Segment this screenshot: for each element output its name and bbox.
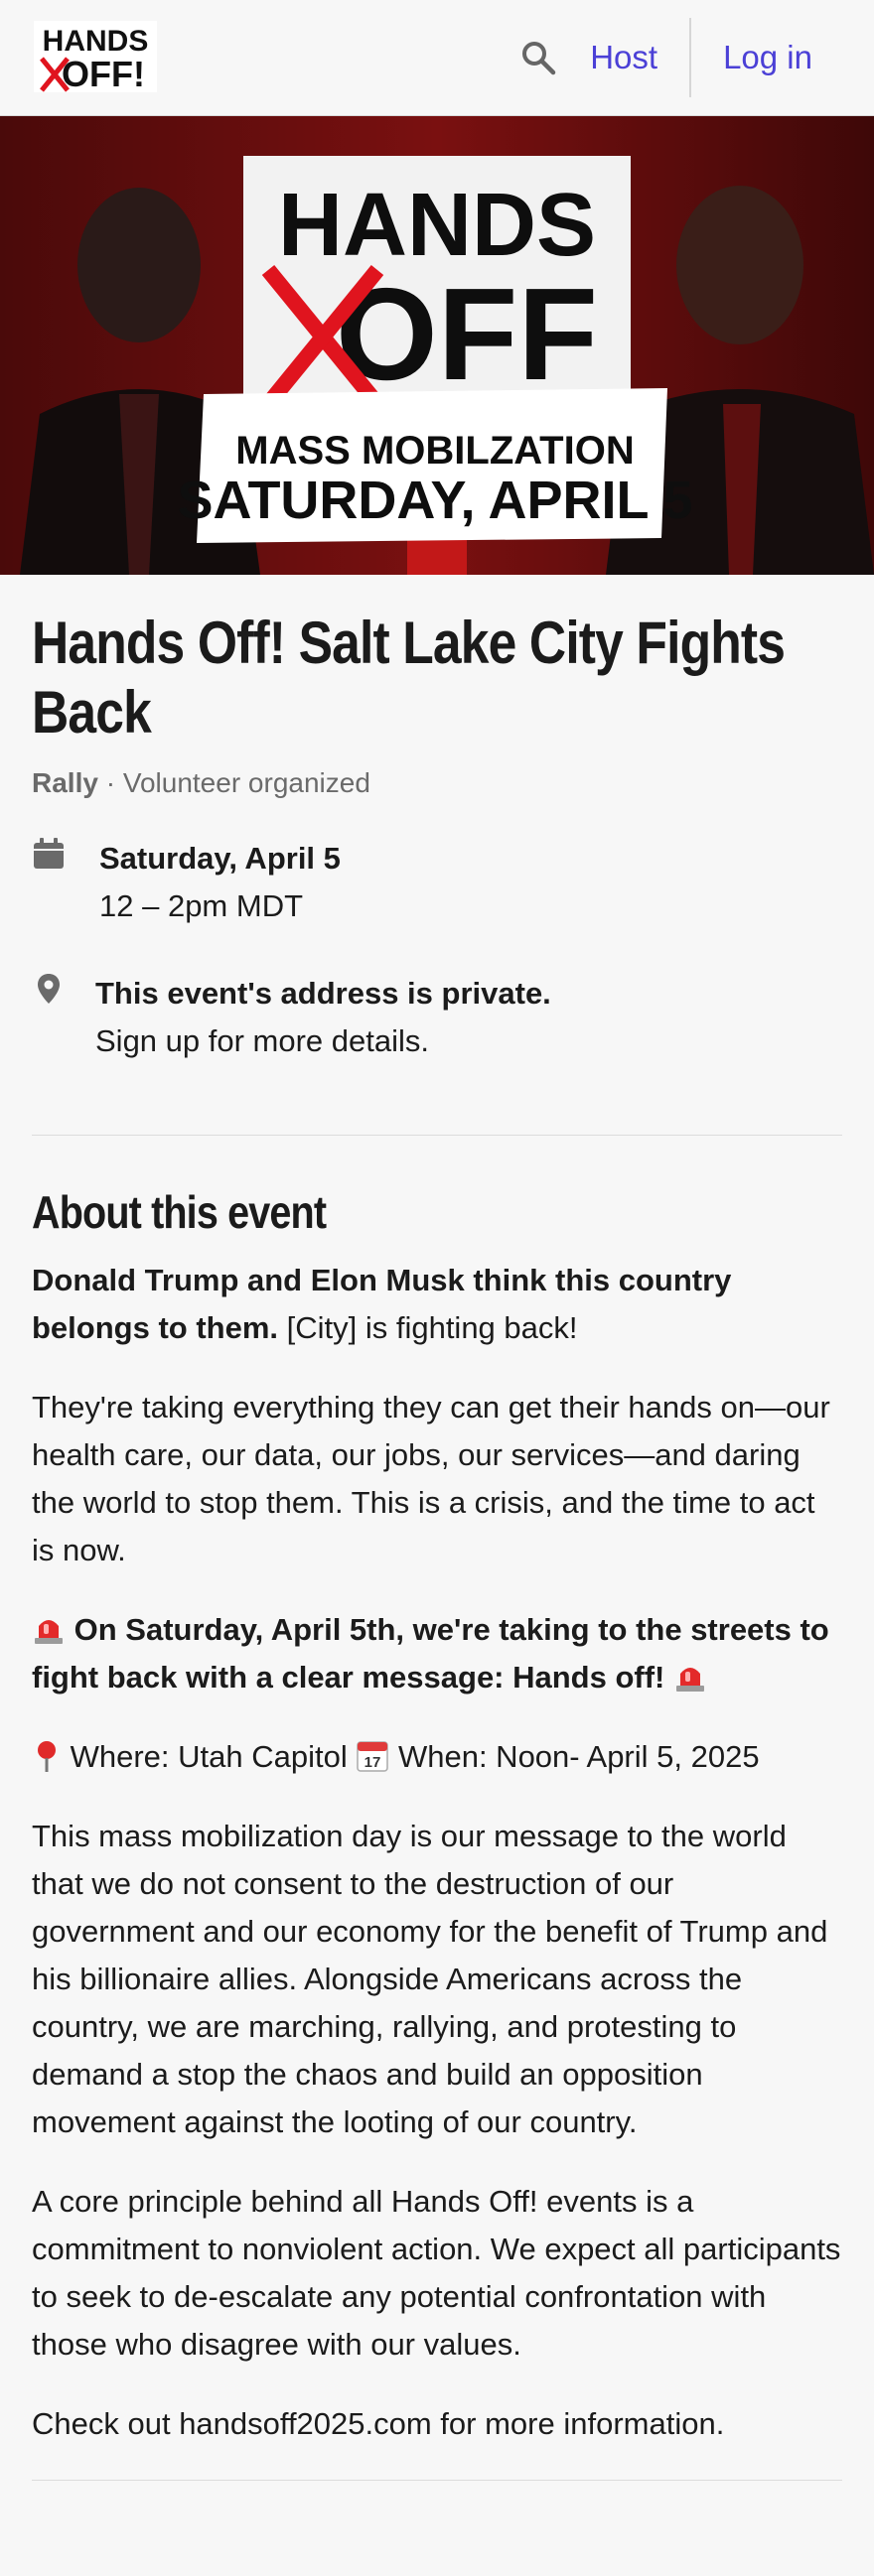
login-link[interactable]: Log in <box>723 39 812 76</box>
header-nav: Host Log in <box>520 0 874 115</box>
event-subtitle: Rally · Volunteer organized <box>32 767 842 799</box>
about-paragraph-5: This mass mobilization day is our messag… <box>32 1819 828 2139</box>
logo-text-bottom: OFF! <box>62 54 145 94</box>
address-signup-prompt: Sign up for more details. <box>95 1023 430 1058</box>
event-type: Rally <box>32 767 98 798</box>
location-pin-icon <box>38 974 60 1004</box>
hero-line1: HANDS <box>278 176 596 275</box>
event-title: Hands Off! Salt Lake City Fights Back <box>32 610 786 746</box>
event-details: Hands Off! Salt Lake City Fights Back Ra… <box>0 609 874 2481</box>
about-p3-text: On Saturday, April 5th, we're taking to … <box>32 1612 829 1695</box>
siren-icon <box>35 1620 63 1644</box>
address-private-notice: This event's address is private. <box>95 976 551 1011</box>
event-organizer: · Volunteer organized <box>105 767 370 798</box>
section-divider <box>32 1135 842 1136</box>
about-p4-when: When: Noon- April 5, 2025 <box>389 1739 760 1774</box>
about-paragraph-3: On Saturday, April 5th, we're taking to … <box>32 1606 842 1701</box>
about-heading: About this event <box>32 1186 327 1238</box>
hero-banner-image: HANDS OFF MASS MOBILZATION SATURDAY, APR… <box>0 116 874 575</box>
about-p1-rest: [City] is fighting back! <box>278 1310 578 1345</box>
about-paragraph-2: They're taking everything they can get t… <box>32 1390 830 1567</box>
event-time: 12 – 2pm MDT <box>99 888 304 923</box>
nav-divider <box>689 18 692 97</box>
about-paragraph-1: Donald Trump and Elon Musk think this co… <box>32 1257 842 1352</box>
about-paragraph-6: A core principle behind all Hands Off! e… <box>32 2184 841 2362</box>
calendar-emoji-icon: 17 <box>357 1741 389 1772</box>
about-p4-where: Where: Utah Capitol <box>62 1739 357 1774</box>
hero-banner-line2: SATURDAY, APRIL 5 <box>177 471 692 530</box>
top-navigation-bar: HANDS OFF! Host Log in <box>0 0 874 116</box>
event-location: This event's address is private. Sign up… <box>32 970 842 1065</box>
about-paragraph-7: Check out handsoff2025.com for more info… <box>32 2406 725 2441</box>
about-paragraph-4: Where: Utah Capitol 17 When: Noon- April… <box>32 1733 842 1781</box>
calendar-icon <box>34 838 64 869</box>
siren-icon <box>676 1668 704 1692</box>
bottom-divider <box>32 2480 842 2481</box>
round-pushpin-icon <box>38 1741 56 1772</box>
hands-off-logo[interactable]: HANDS OFF! <box>32 17 159 96</box>
hero-banner-line1: MASS MOBILZATION <box>235 429 634 473</box>
calendar-emoji-day: 17 <box>364 1754 381 1771</box>
event-date: Saturday, April 5 <box>99 841 341 876</box>
event-datetime: Saturday, April 5 12 – 2pm MDT <box>32 835 842 930</box>
search-icon[interactable] <box>520 40 556 75</box>
host-link[interactable]: Host <box>590 39 657 76</box>
